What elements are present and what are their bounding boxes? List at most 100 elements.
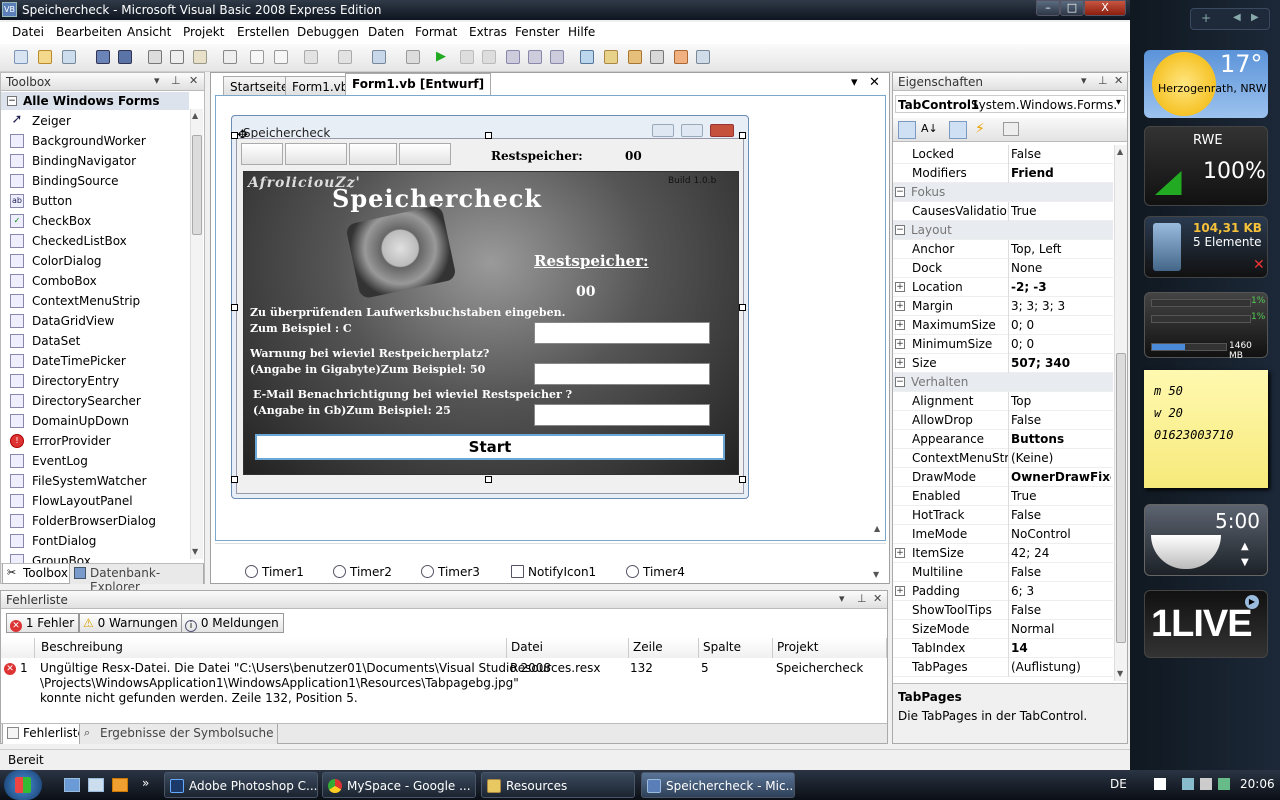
expand-icon[interactable]: + bbox=[895, 301, 905, 311]
tab-symbol-search[interactable]: ⌕ Ergebnisse der Symbolsuche bbox=[79, 724, 279, 744]
recycle-bin-gadget[interactable]: 104,31 KB 5 Elemente ✕ bbox=[1144, 216, 1268, 278]
notes-gadget[interactable]: m 50 w 20 01623003710 bbox=[1144, 370, 1268, 488]
alphabetical-icon[interactable]: A↓ bbox=[921, 122, 938, 135]
toolbox-item[interactable]: BindingNavigator bbox=[10, 151, 190, 171]
menu-projekt[interactable]: Projekt bbox=[183, 25, 224, 39]
expand-icon[interactable]: + bbox=[895, 358, 905, 368]
tab-fehlerliste[interactable]: Fehlerliste bbox=[2, 724, 90, 744]
error-list-icon[interactable] bbox=[696, 50, 710, 64]
collapse-icon[interactable]: − bbox=[895, 187, 905, 197]
next-icon[interactable]: ▶ bbox=[1251, 12, 1259, 23]
tray-icon[interactable] bbox=[1154, 778, 1166, 790]
security-icon[interactable] bbox=[1218, 778, 1230, 790]
categorized-icon[interactable] bbox=[898, 121, 916, 139]
radio-gadget[interactable]: 1LIVE ▶ bbox=[1144, 590, 1268, 658]
property-row[interactable]: Alignment Top bbox=[893, 392, 1113, 411]
toolbox-item[interactable]: ComboBox bbox=[10, 271, 190, 291]
expand-icon[interactable]: + bbox=[895, 282, 905, 292]
start-button[interactable]: Start bbox=[255, 434, 725, 460]
toolbox-item[interactable]: FolderBrowserDialog bbox=[10, 511, 190, 531]
property-category[interactable]: − Verhalten bbox=[893, 373, 1113, 392]
property-category[interactable]: − Layout bbox=[893, 221, 1113, 240]
toolbox-item[interactable]: CheckedListBox bbox=[10, 231, 190, 251]
scroll-down-icon[interactable]: ▼ bbox=[192, 547, 202, 557]
toolbox-item[interactable]: DataGridView bbox=[10, 311, 190, 331]
pin-icon[interactable]: ⊥ bbox=[1098, 74, 1108, 87]
undo-icon[interactable] bbox=[304, 50, 318, 64]
timer-down-icon[interactable]: ▼ bbox=[1241, 557, 1249, 568]
toolbox-item[interactable]: FlowLayoutPanel bbox=[10, 491, 190, 511]
media-player-icon[interactable] bbox=[112, 778, 128, 792]
toolbox-item[interactable]: DirectoryEntry bbox=[10, 371, 190, 391]
menu-ansicht[interactable]: Ansicht bbox=[127, 25, 171, 39]
open-icon[interactable] bbox=[38, 50, 52, 64]
properties-scrollbar[interactable]: ▲ ▼ bbox=[1114, 145, 1127, 681]
save-all-icon[interactable] bbox=[118, 50, 132, 64]
tab-form1-designer[interactable]: Form1.vb [Entwurf] bbox=[345, 73, 492, 96]
property-row[interactable]: + ItemSize 42; 24 bbox=[893, 544, 1113, 563]
property-row[interactable]: Enabled True bbox=[893, 487, 1113, 506]
resize-handle[interactable] bbox=[231, 132, 238, 139]
menu-bearbeiten[interactable]: Bearbeiten bbox=[56, 25, 122, 39]
property-row[interactable]: DrawMode OwnerDrawFixed bbox=[893, 468, 1113, 487]
scroll-up-icon[interactable]: ▲ bbox=[192, 111, 202, 121]
toolbox-item[interactable]: FontDialog bbox=[10, 531, 190, 551]
comment-icon[interactable] bbox=[250, 50, 264, 64]
property-row[interactable]: Appearance Buttons bbox=[893, 430, 1113, 449]
resize-handle[interactable] bbox=[231, 304, 238, 311]
tabcontrol1[interactable]: Restspeicher: 00 AfroliciouZz' Speicherc… bbox=[236, 138, 744, 494]
scroll-up-icon[interactable]: ▲ bbox=[1117, 147, 1123, 156]
properties-view-icon[interactable] bbox=[949, 121, 967, 139]
save-icon[interactable] bbox=[96, 50, 110, 64]
close-icon[interactable]: ✕ bbox=[189, 74, 198, 87]
property-row[interactable]: ShowToolTips False bbox=[893, 601, 1113, 620]
collapse-icon[interactable]: − bbox=[895, 225, 905, 235]
start-button[interactable] bbox=[4, 770, 42, 800]
timer-up-icon[interactable]: ▲ bbox=[1241, 541, 1249, 552]
toolbox-item[interactable]: EventLog bbox=[10, 451, 190, 471]
close-button[interactable]: X bbox=[1084, 0, 1126, 16]
add-item-icon[interactable] bbox=[62, 50, 76, 64]
menu-extras[interactable]: Extras bbox=[469, 25, 507, 39]
uncomment-icon[interactable] bbox=[274, 50, 288, 64]
tray-item-timer2[interactable]: Timer2 bbox=[333, 565, 392, 579]
warning-size-input[interactable] bbox=[534, 363, 710, 385]
menu-debuggen[interactable]: Debuggen bbox=[297, 25, 359, 39]
start-page-icon[interactable] bbox=[674, 50, 688, 64]
toolbox-item[interactable]: ab Button bbox=[10, 191, 190, 211]
pin-icon[interactable]: ⊥ bbox=[171, 74, 181, 87]
step-into-icon[interactable] bbox=[506, 50, 520, 64]
column-header-beschreibung[interactable]: Beschreibung bbox=[35, 638, 507, 658]
drive-letter-input[interactable] bbox=[534, 322, 710, 344]
resize-handle[interactable] bbox=[739, 132, 746, 139]
maximize-button[interactable]: □ bbox=[1060, 0, 1084, 16]
toolbox-item[interactable]: ColorDialog bbox=[10, 251, 190, 271]
email-threshold-input[interactable] bbox=[534, 404, 710, 426]
menu-hilfe[interactable]: Hilfe bbox=[568, 25, 595, 39]
stop-icon[interactable] bbox=[482, 50, 496, 64]
cut-icon[interactable] bbox=[148, 50, 162, 64]
close-icon[interactable]: ✕ bbox=[1114, 74, 1123, 87]
property-row[interactable]: ImeMode NoControl bbox=[893, 525, 1113, 544]
object-selector[interactable]: TabControl1 System.Windows.Forms.Ta ▾ bbox=[895, 95, 1125, 113]
dropdown-icon[interactable]: ▾ bbox=[154, 74, 160, 87]
property-row[interactable]: SizeMode Normal bbox=[893, 620, 1113, 639]
volume-icon[interactable] bbox=[1200, 778, 1212, 790]
empty-bin-icon[interactable]: ✕ bbox=[1253, 257, 1265, 273]
copy-icon[interactable] bbox=[170, 50, 184, 64]
scroll-thumb[interactable] bbox=[192, 135, 202, 235]
toolbox-item[interactable]: FileSystemWatcher bbox=[10, 471, 190, 491]
task-photoshop[interactable]: Adobe Photoshop C... bbox=[164, 772, 318, 798]
scroll-down-icon[interactable]: ▼ bbox=[1117, 669, 1123, 678]
property-row[interactable]: AllowDrop False bbox=[893, 411, 1113, 430]
add-gadget-icon[interactable]: + bbox=[1201, 11, 1211, 25]
error-row[interactable]: ✕ 1 Ungültige Resx-Datei. Die Datei "C:\… bbox=[1, 660, 887, 710]
doc-close-icon[interactable]: ✕ bbox=[869, 75, 880, 90]
new-project-icon[interactable] bbox=[14, 50, 28, 64]
menu-daten[interactable]: Daten bbox=[368, 25, 404, 39]
property-row[interactable]: TabPages (Auflistung) bbox=[893, 658, 1113, 677]
toolbox-item[interactable]: DateTimePicker bbox=[10, 351, 190, 371]
scroll-down-icon[interactable]: ▼ bbox=[873, 570, 879, 579]
step-out-icon[interactable] bbox=[550, 50, 564, 64]
tabpage-button[interactable] bbox=[399, 143, 451, 165]
